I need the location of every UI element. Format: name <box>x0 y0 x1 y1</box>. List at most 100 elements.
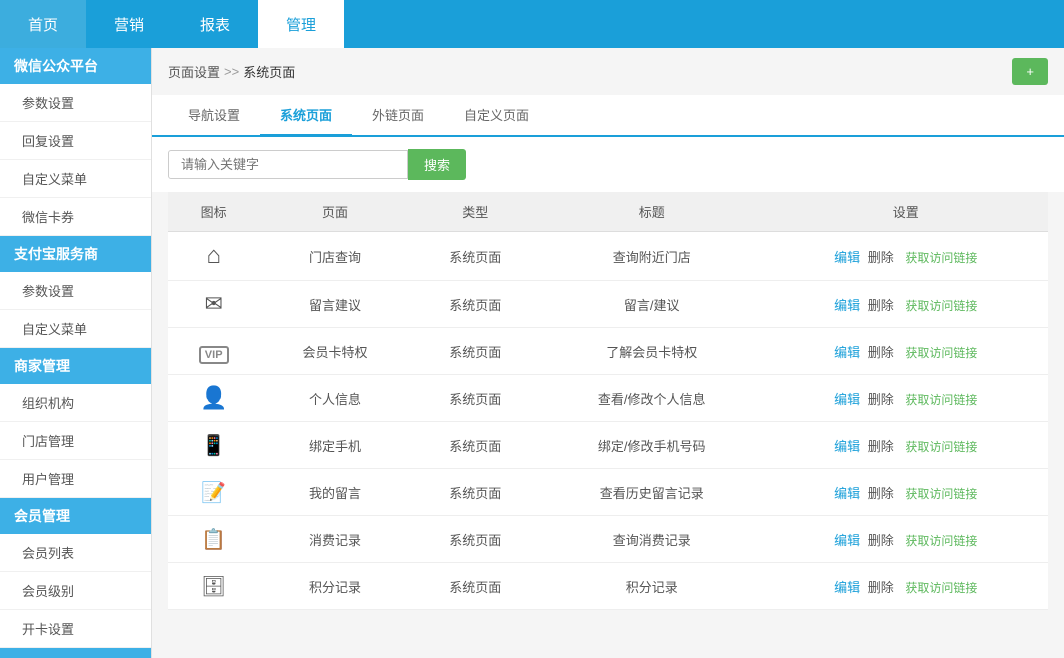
cell-type-4: 系统页面 <box>411 422 540 469</box>
sidebar-item-wechat-params[interactable]: 参数设置 <box>0 84 151 122</box>
link-button-6[interactable]: 获取访问链接 <box>905 534 977 548</box>
link-button-7[interactable]: 获取访问链接 <box>905 581 977 595</box>
sidebar-item-alipay-menu[interactable]: 自定义菜单 <box>0 310 151 348</box>
tab-custom-pages[interactable]: 自定义页面 <box>444 95 549 137</box>
link-button-5[interactable]: 获取访问链接 <box>905 487 977 501</box>
edit-button-5[interactable]: 编辑 <box>834 486 860 501</box>
sidebar-section-alipay: 支付宝服务商 <box>0 236 151 272</box>
tab-nav-settings[interactable]: 导航设置 <box>168 95 260 137</box>
top-nav: 首页 营销 报表 管理 <box>0 0 1064 48</box>
person-icon: 👤 <box>200 385 227 410</box>
cell-actions-6: 编辑 删除 获取访问链接 <box>764 516 1048 563</box>
sidebar-item-member-level[interactable]: 会员级别 <box>0 572 151 610</box>
edit-button-2[interactable]: 编辑 <box>834 345 860 360</box>
cell-type-0: 系统页面 <box>411 232 540 281</box>
delete-button-2[interactable]: 删除 <box>868 345 894 360</box>
link-button-4[interactable]: 获取访问链接 <box>905 440 977 454</box>
cell-icon-3: 👤 <box>168 375 259 422</box>
add-button[interactable]: + <box>1012 58 1048 85</box>
main-content: 页面设置 >> 系统页面 + 导航设置 系统页面 外链页面 自定义页面 搜索 图… <box>152 48 1064 658</box>
edit-button-7[interactable]: 编辑 <box>834 580 860 595</box>
edit-button-4[interactable]: 编辑 <box>834 439 860 454</box>
sidebar: 微信公众平台 参数设置 回复设置 自定义菜单 微信卡券 支付宝服务商 参数设置 … <box>0 48 152 658</box>
tab-system-pages[interactable]: 系统页面 <box>260 95 352 137</box>
col-title: 标题 <box>540 192 764 232</box>
cell-title-0: 查询附近门店 <box>540 232 764 281</box>
sidebar-item-wechat-reply[interactable]: 回复设置 <box>0 122 151 160</box>
edit-button-0[interactable]: 编辑 <box>834 250 860 265</box>
note-icon: 📝 <box>201 482 226 504</box>
cell-type-3: 系统页面 <box>411 375 540 422</box>
table-wrap: 图标 页面 类型 标题 设置 门店查询 系统页面 查询附近门店 编辑 删除 获取… <box>152 192 1064 626</box>
sidebar-section-wechat: 微信公众平台 <box>0 48 151 84</box>
cell-title-7: 积分记录 <box>540 563 764 610</box>
sidebar-item-member-list[interactable]: 会员列表 <box>0 534 151 572</box>
phone-icon: 📱 <box>201 435 226 457</box>
delete-button-1[interactable]: 删除 <box>868 298 894 313</box>
delete-button-5[interactable]: 删除 <box>868 486 894 501</box>
cell-icon-2: VIP <box>168 328 259 375</box>
cell-actions-0: 编辑 删除 获取访问链接 <box>764 232 1048 281</box>
sidebar-section-functions: 功能栏目 <box>0 648 151 658</box>
col-type: 类型 <box>411 192 540 232</box>
table-row: VIP 会员卡特权 系统页面 了解会员卡特权 编辑 删除 获取访问链接 <box>168 328 1048 375</box>
delete-button-4[interactable]: 删除 <box>868 439 894 454</box>
delete-button-6[interactable]: 删除 <box>868 533 894 548</box>
link-button-2[interactable]: 获取访问链接 <box>905 346 977 360</box>
cell-icon-4: 📱 <box>168 422 259 469</box>
nav-home[interactable]: 首页 <box>0 0 86 48</box>
edit-button-1[interactable]: 编辑 <box>834 298 860 313</box>
link-button-1[interactable]: 获取访问链接 <box>905 299 977 313</box>
edit-button-6[interactable]: 编辑 <box>834 533 860 548</box>
nav-admin[interactable]: 管理 <box>258 0 344 48</box>
table-row: 👤 个人信息 系统页面 查看/修改个人信息 编辑 删除 获取访问链接 <box>168 375 1048 422</box>
cell-icon-7: 🗄 <box>168 563 259 610</box>
data-table: 图标 页面 类型 标题 设置 门店查询 系统页面 查询附近门店 编辑 删除 获取… <box>168 192 1048 610</box>
list-icon: 📋 <box>201 529 226 551</box>
sidebar-item-wechat-card[interactable]: 微信卡券 <box>0 198 151 236</box>
sidebar-item-user[interactable]: 用户管理 <box>0 460 151 498</box>
table-row: 📝 我的留言 系统页面 查看历史留言记录 编辑 删除 获取访问链接 <box>168 469 1048 516</box>
cell-title-3: 查看/修改个人信息 <box>540 375 764 422</box>
cell-actions-2: 编辑 删除 获取访问链接 <box>764 328 1048 375</box>
delete-button-7[interactable]: 删除 <box>868 580 894 595</box>
col-icon: 图标 <box>168 192 259 232</box>
search-input[interactable] <box>168 150 408 179</box>
delete-button-0[interactable]: 删除 <box>868 250 894 265</box>
nav-report[interactable]: 报表 <box>172 0 258 48</box>
breadcrumb-parent[interactable]: 页面设置 <box>168 62 220 81</box>
sidebar-item-org[interactable]: 组织机构 <box>0 384 151 422</box>
sidebar-item-alipay-params[interactable]: 参数设置 <box>0 272 151 310</box>
cell-title-2: 了解会员卡特权 <box>540 328 764 375</box>
sidebar-item-store[interactable]: 门店管理 <box>0 422 151 460</box>
sidebar-section-member: 会员管理 <box>0 498 151 534</box>
cell-title-5: 查看历史留言记录 <box>540 469 764 516</box>
table-row: 门店查询 系统页面 查询附近门店 编辑 删除 获取访问链接 <box>168 232 1048 281</box>
link-button-0[interactable]: 获取访问链接 <box>905 251 977 265</box>
sidebar-item-card-setup[interactable]: 开卡设置 <box>0 610 151 648</box>
sidebar-item-wechat-menu[interactable]: 自定义菜单 <box>0 160 151 198</box>
nav-marketing[interactable]: 营销 <box>86 0 172 48</box>
breadcrumb-current: 系统页面 <box>243 62 295 81</box>
delete-button-3[interactable]: 删除 <box>868 392 894 407</box>
search-bar: 搜索 <box>152 137 1064 192</box>
cell-page-0: 门店查询 <box>259 232 410 281</box>
cell-type-5: 系统页面 <box>411 469 540 516</box>
link-button-3[interactable]: 获取访问链接 <box>905 393 977 407</box>
col-page: 页面 <box>259 192 410 232</box>
cell-title-6: 查询消费记录 <box>540 516 764 563</box>
cell-icon-1: ✉ <box>168 281 259 328</box>
cell-type-1: 系统页面 <box>411 281 540 328</box>
tab-external-pages[interactable]: 外链页面 <box>352 95 444 137</box>
cell-actions-4: 编辑 删除 获取访问链接 <box>764 422 1048 469</box>
search-button[interactable]: 搜索 <box>408 149 466 180</box>
edit-button-3[interactable]: 编辑 <box>834 392 860 407</box>
cell-actions-5: 编辑 删除 获取访问链接 <box>764 469 1048 516</box>
tab-bar: 导航设置 系统页面 外链页面 自定义页面 <box>152 95 1064 137</box>
cell-type-2: 系统页面 <box>411 328 540 375</box>
table-row: 📱 绑定手机 系统页面 绑定/修改手机号码 编辑 删除 获取访问链接 <box>168 422 1048 469</box>
db-icon: 🗄 <box>201 576 226 598</box>
main-layout: 微信公众平台 参数设置 回复设置 自定义菜单 微信卡券 支付宝服务商 参数设置 … <box>0 48 1064 658</box>
breadcrumb-separator: >> <box>224 64 239 79</box>
breadcrumb: 页面设置 >> 系统页面 + <box>152 48 1064 95</box>
